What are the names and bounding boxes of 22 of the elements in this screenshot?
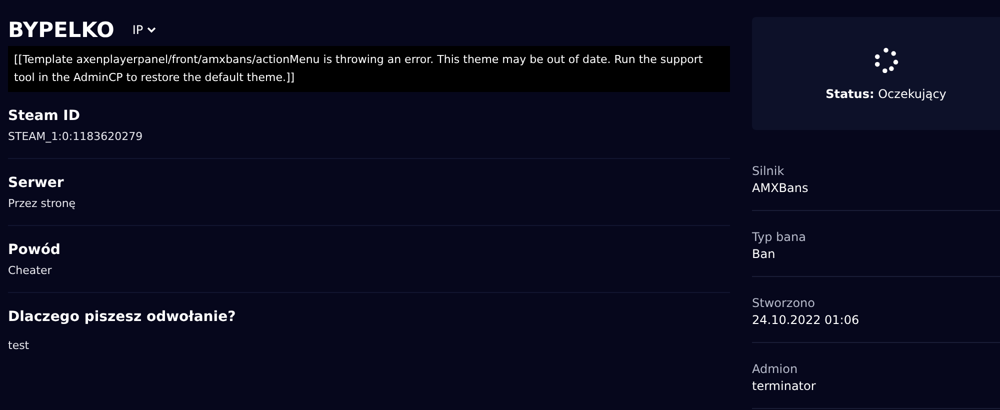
ip-dropdown[interactable]: IP (132, 23, 156, 37)
chevron-icon (147, 27, 156, 33)
error-message: [[Template axenplayerpanel/front/amxbans/actionMenu is throwing an error. This theme may be out of date. Run the support tool in the AdminCP to restore the default theme.]] (8, 46, 730, 92)
info-value: terminator (752, 379, 817, 393)
info-label: Silnik (752, 164, 786, 178)
field-label: Dlaczego piszesz odwołanie? (8, 309, 237, 325)
field-value: STEAM_1:0:1183620279 (8, 130, 144, 143)
loading-spinner-icon (873, 46, 899, 72)
player-name: BYPELKO (8, 18, 114, 42)
info-value: Ban (752, 247, 776, 261)
info-value: AMXBans (752, 181, 810, 195)
field-label: Steam ID (8, 108, 82, 124)
status-text: Status: Oczekujący (826, 86, 946, 100)
field-value: Cheater (8, 264, 53, 277)
info-label: Admion (752, 362, 799, 376)
field-value: test (8, 339, 30, 352)
info-value: 24.10.2022 01:06 (752, 313, 860, 327)
info-label: Typ bana (752, 230, 807, 244)
field-label: Serwer (8, 175, 65, 191)
field-label: Powód (8, 242, 62, 258)
info-label: Stworzono (752, 296, 816, 310)
field-value: Przez stronę (8, 197, 77, 210)
